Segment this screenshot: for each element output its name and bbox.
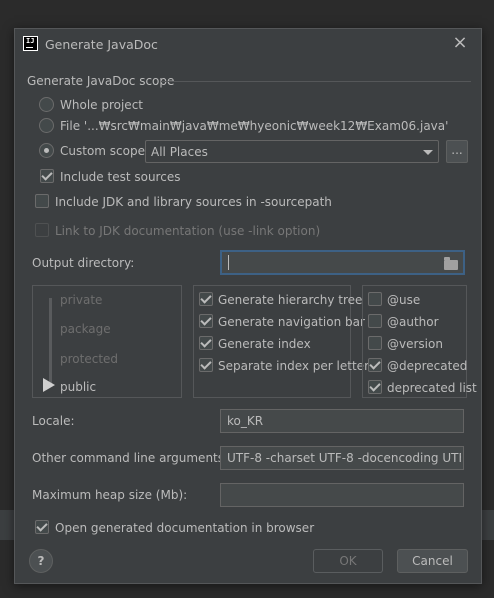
other-args-field[interactable]: UTF-8 -charset UTF-8 -docencoding UTF-8 bbox=[220, 446, 464, 470]
whole-project-radio[interactable] bbox=[39, 97, 54, 112]
browse-scope-button[interactable]: ... bbox=[446, 140, 468, 163]
deprecated-list-checkbox[interactable] bbox=[368, 380, 382, 394]
version-tag-checkbox[interactable] bbox=[368, 336, 382, 350]
whole-project-label: Whole project bbox=[60, 98, 143, 112]
other-args-value: UTF-8 -charset UTF-8 -docencoding UTF-8 bbox=[227, 451, 461, 465]
section-divider bbox=[161, 81, 471, 82]
include-test-sources-label: Include test sources bbox=[60, 170, 181, 184]
locale-value: ko_KR bbox=[227, 414, 264, 428]
link-jdk-label: Link to JDK documentation (use -link opt… bbox=[55, 224, 321, 238]
ok-button[interactable]: OK bbox=[313, 549, 383, 573]
help-button[interactable]: ? bbox=[29, 549, 53, 573]
output-directory-field[interactable] bbox=[220, 250, 465, 275]
hierarchy-tree-label: Generate hierarchy tree bbox=[218, 293, 363, 307]
hierarchy-tree-checkbox[interactable] bbox=[199, 292, 213, 306]
locale-field[interactable]: ko_KR bbox=[220, 409, 464, 433]
visibility-protected[interactable]: protected bbox=[60, 352, 118, 366]
chevron-down-icon bbox=[423, 150, 433, 155]
navigation-bar-label: Generate navigation bar bbox=[218, 315, 365, 329]
deprecated-tag-checkbox[interactable] bbox=[368, 358, 382, 372]
cancel-button[interactable]: Cancel bbox=[397, 549, 468, 573]
use-tag-label: @use bbox=[387, 293, 421, 307]
custom-scope-radio[interactable] bbox=[39, 143, 54, 158]
intellij-icon: IJ bbox=[23, 36, 38, 51]
open-browser-checkbox[interactable] bbox=[35, 520, 49, 534]
generate-index-checkbox[interactable] bbox=[199, 336, 213, 350]
generate-options-panel: Generate hierarchy tree Generate navigat… bbox=[193, 285, 369, 398]
generate-javadoc-dialog: IJ Generate JavaDoc × Generate JavaDoc s… bbox=[14, 28, 482, 584]
author-tag-label: @author bbox=[387, 315, 439, 329]
text-caret bbox=[228, 255, 229, 270]
tags-panel: @use @author @version @deprecated deprec… bbox=[362, 285, 477, 398]
visibility-private[interactable]: private bbox=[60, 293, 102, 307]
file-label: File '...₩src₩main₩java₩me₩hyeonic₩week1… bbox=[60, 119, 449, 133]
close-icon[interactable]: × bbox=[451, 34, 469, 52]
version-tag-label: @version bbox=[387, 337, 443, 351]
custom-scope-dropdown[interactable]: All Places bbox=[145, 140, 439, 163]
heap-size-field[interactable] bbox=[220, 483, 464, 507]
link-jdk-checkbox bbox=[35, 223, 49, 237]
custom-scope-label: Custom scope bbox=[60, 144, 145, 158]
dialog-title: Generate JavaDoc bbox=[45, 37, 158, 52]
author-tag-checkbox[interactable] bbox=[368, 314, 382, 328]
separate-index-checkbox[interactable] bbox=[199, 358, 213, 372]
output-directory-label: Output directory: bbox=[32, 256, 135, 270]
visibility-slider-track bbox=[49, 298, 52, 386]
visibility-panel: private package protected public bbox=[32, 285, 182, 398]
separate-index-label: Separate index per letter bbox=[218, 359, 369, 373]
file-radio[interactable] bbox=[39, 118, 54, 133]
navigation-bar-checkbox[interactable] bbox=[199, 314, 213, 328]
ide-background-top bbox=[0, 0, 494, 20]
deprecated-tag-label: @deprecated bbox=[387, 359, 468, 373]
include-jdk-checkbox[interactable] bbox=[35, 194, 49, 208]
generate-index-label: Generate index bbox=[218, 337, 311, 351]
deprecated-list-label: deprecated list bbox=[387, 381, 477, 395]
include-test-sources-checkbox[interactable] bbox=[40, 169, 54, 183]
folder-icon[interactable] bbox=[444, 257, 458, 270]
use-tag-checkbox[interactable] bbox=[368, 292, 382, 306]
visibility-package[interactable]: package bbox=[60, 322, 111, 336]
scope-section-label: Generate JavaDoc scope bbox=[27, 74, 175, 88]
include-jdk-label: Include JDK and library sources in -sour… bbox=[55, 195, 332, 209]
other-args-label: Other command line arguments: bbox=[32, 451, 229, 465]
visibility-slider-knob[interactable] bbox=[43, 378, 55, 392]
visibility-public[interactable]: public bbox=[60, 380, 96, 394]
custom-scope-value: All Places bbox=[151, 145, 208, 159]
heap-size-label: Maximum heap size (Mb): bbox=[32, 488, 188, 502]
locale-label: Locale: bbox=[32, 414, 75, 428]
open-browser-label: Open generated documentation in browser bbox=[55, 521, 315, 535]
